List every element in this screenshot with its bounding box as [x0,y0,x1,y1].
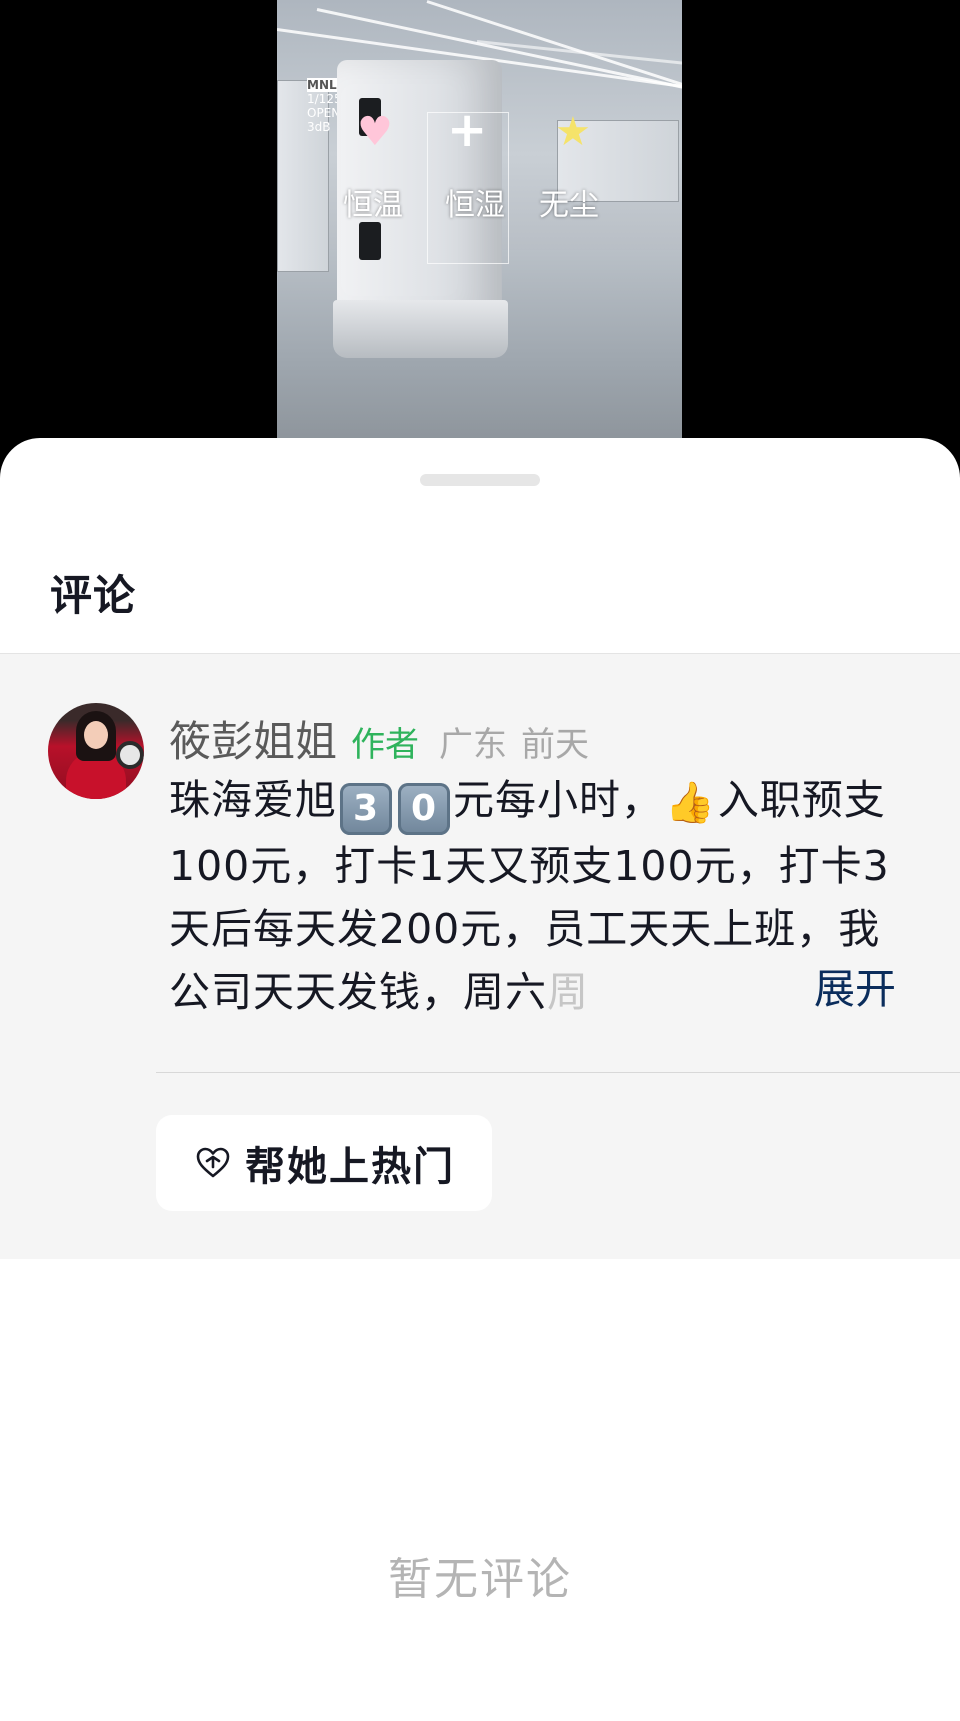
username[interactable]: 筱彭姐姐 [169,708,337,769]
heart-icon: ♥ [357,109,393,155]
avatar[interactable] [48,703,144,799]
expand-link[interactable]: 展开 [812,958,896,1021]
author-comment-panel: 筱彭姐姐 作者 广东 前天 珠海爱旭 3 0 元每小时，👍入职预支100元，打卡1天又… [0,653,960,1259]
keycap-digit-icon: 0 [398,783,450,835]
divider [156,1072,960,1073]
comment-header: 筱彭姐姐 作者 广东 前天 [169,708,603,769]
author-badge: 作者 [351,725,420,765]
thumbs-up-icon: 👍 [665,780,716,826]
heart-arrow-icon [193,1143,233,1183]
robot-panel [359,222,381,260]
comment-text-mid: 元每小时， [453,776,663,824]
keycap-digit-icon: 3 [340,783,392,835]
drag-handle[interactable] [420,474,540,486]
empty-comments-text: 暂无评论 [388,1554,572,1605]
video-frame[interactable]: MNL 1/125 OPEN 3dB ♥ + ★ 恒温 恒湿 无尘 [277,0,682,440]
overlay-label: 恒温 [343,188,403,223]
boost-hot-button[interactable]: 帮她上热门 [156,1115,492,1211]
sign-plate: MNL 1/125 OPEN 3dB [307,78,342,134]
video-preview[interactable]: MNL 1/125 OPEN 3dB ♥ + ★ 恒温 恒湿 无尘 [0,0,960,470]
overlay-label: 恒湿 [445,188,505,223]
robot-base [333,300,508,358]
comment-location: 广东 [439,725,508,765]
comment-time: 前天 [521,725,590,765]
screen: MNL 1/125 OPEN 3dB ♥ + ★ 恒温 恒湿 无尘 评论 筱彭姐… [0,0,960,1721]
comment-text-lead: 珠海爱旭 [169,776,337,824]
star-icon: ★ [555,109,591,155]
comment-body[interactable]: 珠海爱旭 3 0 元每小时，👍入职预支100元，打卡1天又预支100元，打卡3天后每天… [169,769,909,1021]
boost-hot-label: 帮她上热门 [245,1144,455,1190]
comment-sheet: 评论 筱彭姐姐 作者 广东 前天 珠海爱旭 3 0 元每小时，👍入职预支100元，打卡… [0,438,960,1721]
comment-text-faded: 周 [547,968,589,1016]
sheet-title: 评论 [50,571,137,620]
overlay-label: 无尘 [539,188,599,223]
plus-icon: + [447,102,488,158]
